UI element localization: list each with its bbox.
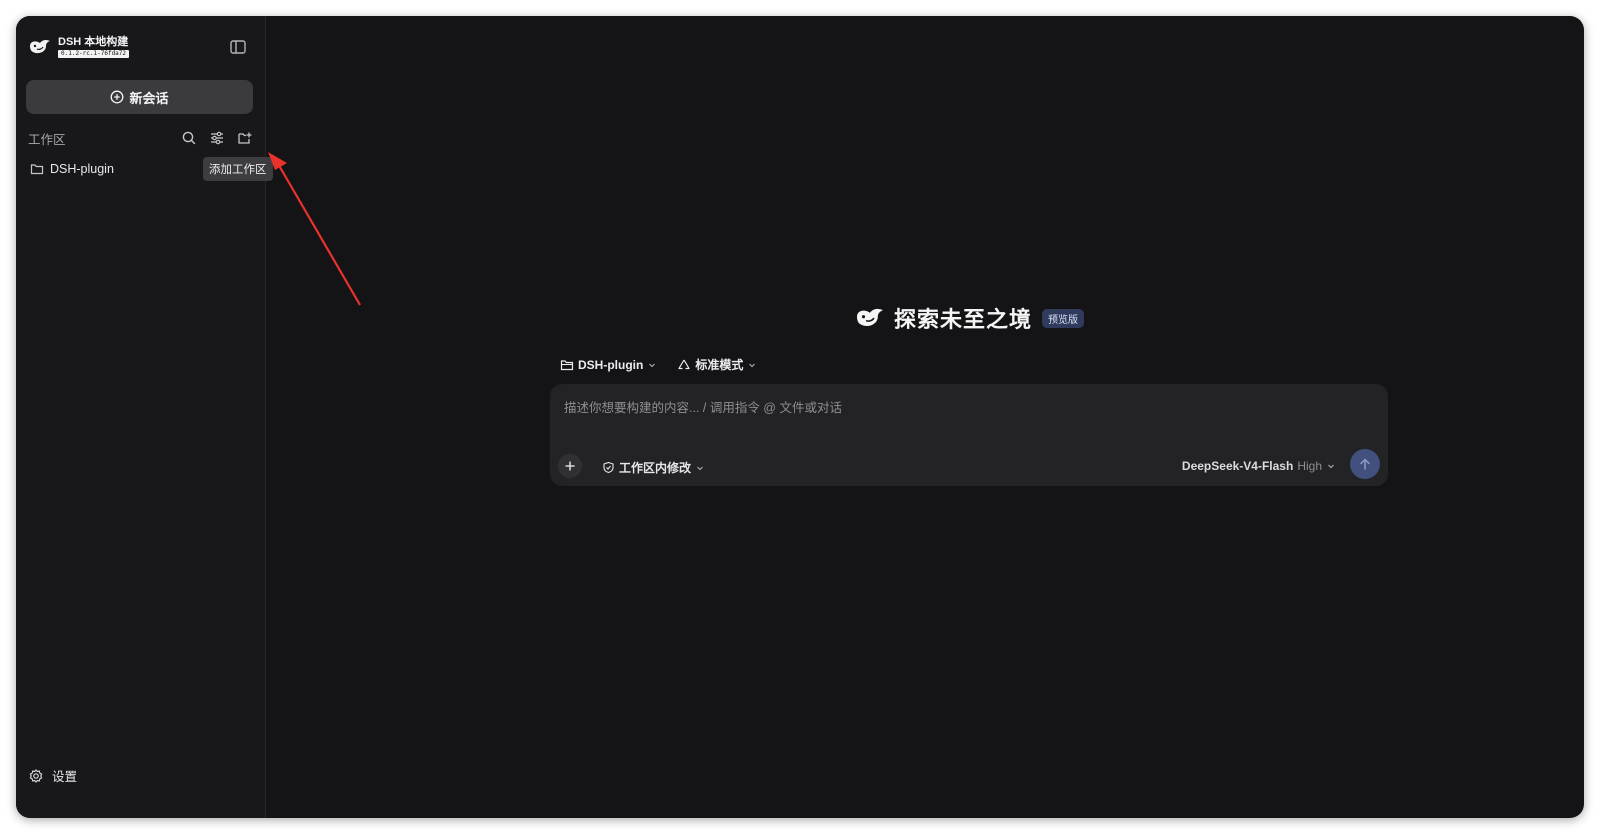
filter-workspace-button[interactable] (208, 129, 226, 147)
sliders-icon (211, 131, 223, 145)
add-workspace-button[interactable] (236, 129, 254, 147)
composer: 工作区内修改 DeepSeek-V4-Flash High (550, 384, 1388, 486)
workspace-item-label: DSH-plugin (50, 162, 114, 176)
new-chat-label: 新会话 (129, 90, 169, 106)
permission-label: 工作区内修改 (619, 461, 692, 475)
brand-version: 0.1.2-rc.1-76fda72 (58, 50, 130, 58)
chevron-down-icon (649, 363, 656, 367)
sidebar: DSH 本地构建 0.1.2-rc.1-76fda72 新会话 工作区 DSH-… (16, 16, 273, 818)
chevron-down-icon (1328, 464, 1334, 469)
app-window: DSH 本地构建 0.1.2-rc.1-76fda72 新会话 工作区 DSH-… (16, 16, 1584, 818)
recycle-icon (678, 359, 690, 369)
mode-selector[interactable]: 标准模式 (677, 356, 757, 373)
workspace-header: 工作区 (28, 128, 254, 148)
add-workspace-tooltip: 添加工作区 (203, 157, 273, 181)
model-level: High (1297, 459, 1322, 473)
prompt-input[interactable] (564, 398, 1364, 418)
folder-plus-icon (238, 132, 252, 144)
whale-logo-icon (857, 308, 883, 327)
shield-icon (603, 461, 614, 474)
chevron-down-icon (749, 363, 756, 367)
gear-icon (29, 768, 43, 783)
search-workspace-button[interactable] (180, 129, 198, 147)
workspace-title: 工作区 (28, 132, 66, 147)
search-icon (182, 131, 196, 145)
mode-selector-label: 标准模式 (695, 358, 744, 372)
sidebar-toggle-button[interactable] (229, 38, 247, 56)
settings-button[interactable]: 设置 (28, 766, 77, 785)
chevron-down-icon (697, 466, 703, 470)
settings-label: 设置 (52, 770, 78, 784)
sidebar-toggle-icon (230, 40, 246, 54)
plus-icon (565, 461, 575, 471)
hero: 探索未至之境 预览版 (854, 302, 1085, 334)
workspace-selector[interactable]: DSH-plugin (560, 358, 657, 372)
whale-logo-icon (30, 39, 50, 54)
model-selector[interactable]: DeepSeek-V4-Flash High (1182, 459, 1336, 473)
folder-icon (30, 164, 44, 175)
workspace-item[interactable]: DSH-plugin (30, 162, 114, 176)
plus-circle-icon (111, 90, 124, 104)
brand: DSH 本地构建 0.1.2-rc.1-76fda72 (28, 36, 130, 58)
model-name: DeepSeek-V4-Flash (1181, 459, 1294, 473)
main-area: 探索未至之境 预览版 DSH-plugin 标准模式 描述你想要构建的内容...… (266, 16, 1584, 818)
permission-selector[interactable]: 工作区内修改 (602, 459, 705, 476)
arrow-up-icon (1360, 458, 1370, 470)
folder-icon (560, 359, 574, 370)
send-button[interactable] (1350, 449, 1380, 479)
hero-title: 探索未至之境 (894, 307, 1033, 332)
preview-badge: 预览版 (1042, 308, 1085, 328)
brand-name: DSH 本地构建 (58, 36, 129, 48)
workspace-selector-label: DSH-plugin (578, 357, 644, 372)
attach-button[interactable] (558, 454, 582, 478)
new-chat-button[interactable]: 新会话 (26, 80, 253, 114)
context-selectors: DSH-plugin 标准模式 (560, 356, 757, 373)
